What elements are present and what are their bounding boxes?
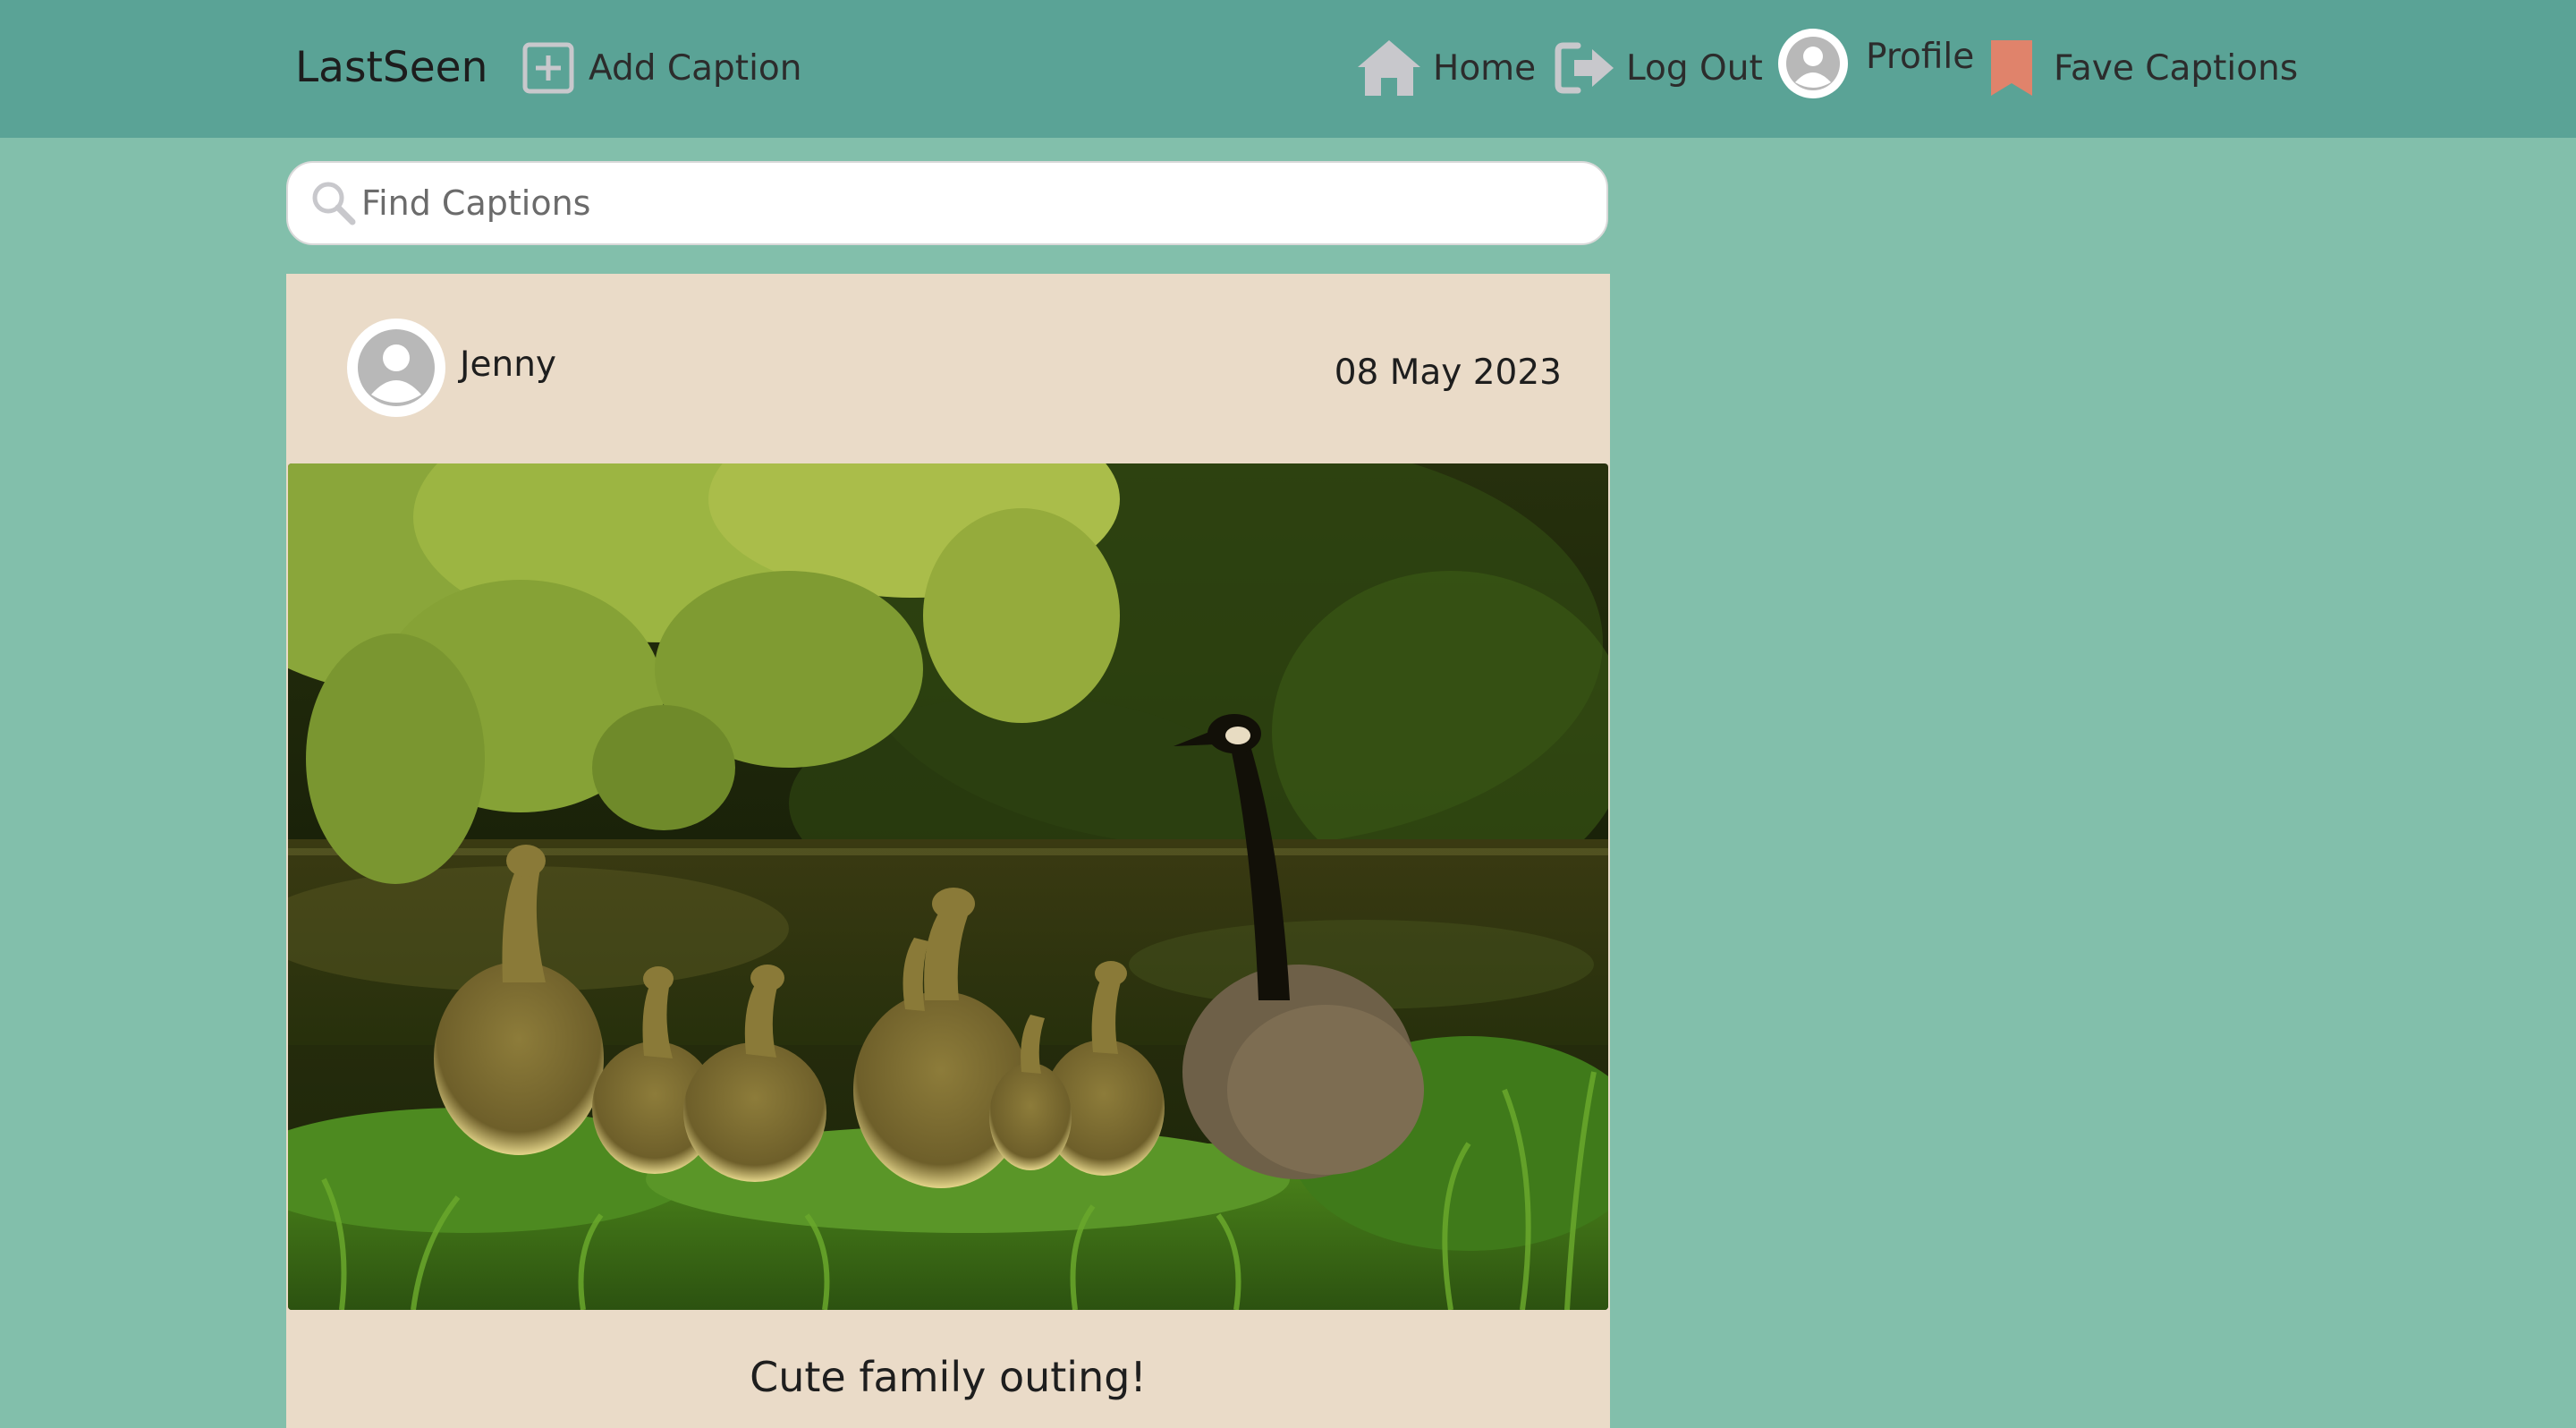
brand-logo[interactable]: LastSeen: [295, 41, 487, 95]
geese-family-photo-icon: [288, 463, 1608, 1310]
top-navbar: LastSeen Add Caption Home Log Out Profil…: [0, 0, 2576, 138]
add-caption-link[interactable]: Add Caption: [522, 39, 802, 97]
log-out-link[interactable]: Log Out: [1555, 36, 1763, 100]
search-icon: [311, 181, 356, 225]
post-caption: Cute family outing!: [750, 1353, 1147, 1401]
post-username[interactable]: Jenny: [460, 344, 556, 385]
plus-square-icon: [522, 42, 574, 94]
add-caption-label: Add Caption: [589, 47, 802, 89]
fave-captions-link[interactable]: Fave Captions: [1989, 36, 2298, 100]
post-card: Jenny 08 May 2023 Cute family outing!: [286, 274, 1610, 1428]
post-avatar-icon[interactable]: [347, 319, 445, 417]
user-avatar-icon: [1778, 29, 1848, 98]
search-bar: [286, 161, 1608, 245]
home-label: Home: [1433, 47, 1537, 89]
home-icon: [1356, 38, 1422, 98]
bookmark-icon: [1989, 38, 2034, 98]
profile-link[interactable]: Profile: [1778, 27, 1974, 100]
post-photo[interactable]: [288, 463, 1608, 1310]
search-input[interactable]: [361, 183, 1524, 223]
home-link[interactable]: Home: [1356, 36, 1536, 100]
post-date: 08 May 2023: [1334, 353, 1562, 393]
post-header: Jenny: [347, 319, 556, 417]
fave-captions-label: Fave Captions: [2054, 47, 2299, 89]
sign-out-icon: [1555, 40, 1615, 96]
log-out-label: Log Out: [1626, 47, 1763, 89]
profile-label: Profile: [1866, 36, 1975, 77]
